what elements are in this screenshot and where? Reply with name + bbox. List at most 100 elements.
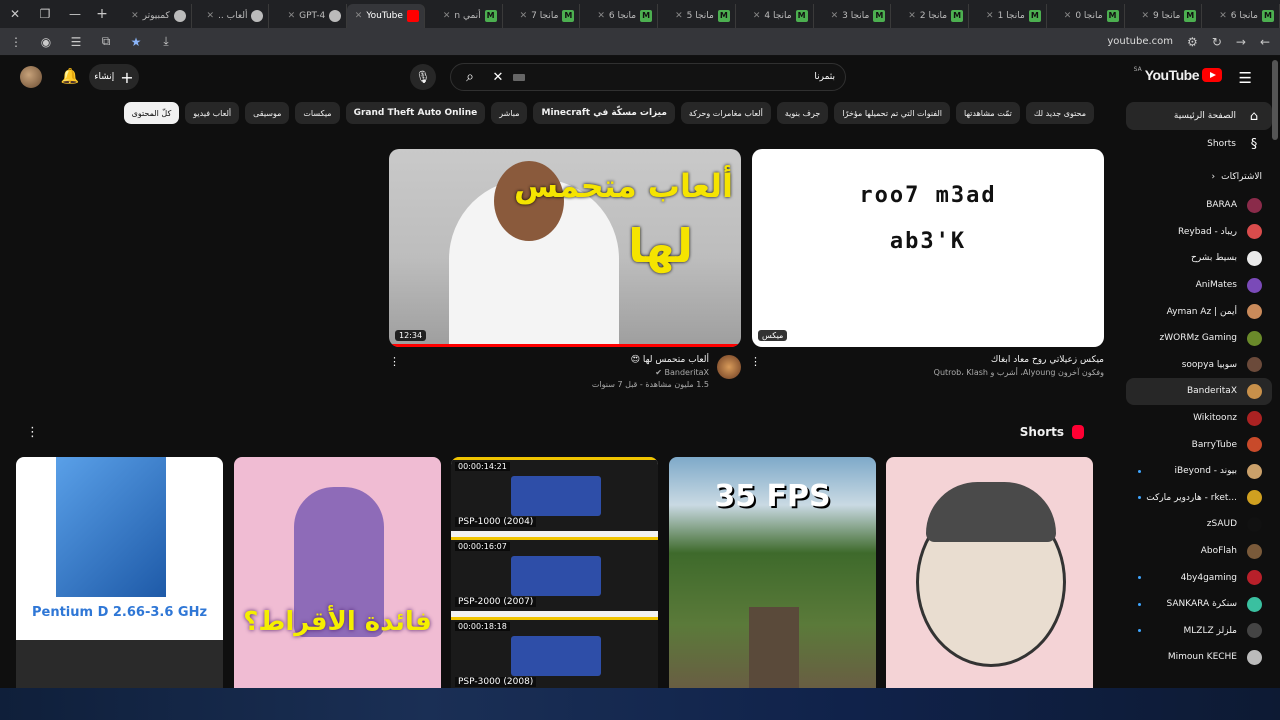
- sidebar-channel-item[interactable]: AboFlah: [1126, 538, 1272, 565]
- user-avatar[interactable]: [20, 66, 42, 88]
- video-card[interactable]: ألعاب متحمس لها 12:34 ألعاب متحمس لها 😍 …: [389, 149, 741, 389]
- category-chip[interactable]: ألعاب فيديو: [185, 102, 240, 124]
- maximize-window-icon[interactable]: ❐: [30, 0, 60, 28]
- category-chip[interactable]: الفنوات التي تم تحميلها مؤخرًا: [834, 102, 951, 124]
- menu-dots-icon[interactable]: ⋮: [8, 35, 24, 49]
- category-chip[interactable]: كلّ المحتوى: [123, 102, 180, 124]
- close-tab-icon[interactable]: ✕: [1142, 11, 1150, 21]
- browser-tab[interactable]: M مانجا 3 ✕: [814, 4, 892, 28]
- short-item[interactable]: 35 FPS: [669, 457, 876, 697]
- short-item[interactable]: 00:00:14:21 PSP-1000 (2004) 00:00:16:07 PSP…: [451, 457, 658, 697]
- video-title[interactable]: ألعاب متحمس لها 😍: [389, 355, 709, 365]
- profile-icon[interactable]: ◉: [38, 35, 54, 49]
- close-tab-icon[interactable]: ✕: [355, 11, 363, 21]
- sidebar-channel-item[interactable]: zWORMz Gaming: [1126, 325, 1272, 352]
- create-button[interactable]: إنشاء +: [89, 64, 139, 90]
- channel-name[interactable]: BanderitaX ✔: [389, 368, 709, 377]
- close-tab-icon[interactable]: ✕: [675, 11, 683, 21]
- sidebar-channel-item[interactable]: SANKARA سنكرة: [1126, 591, 1272, 618]
- video-thumbnail[interactable]: ألعاب متحمس لها 12:34: [389, 149, 741, 347]
- sidebar-channel-item[interactable]: 4by4gaming: [1126, 564, 1272, 591]
- close-tab-icon[interactable]: ✕: [520, 11, 528, 21]
- install-app-icon[interactable]: ⤓: [158, 34, 174, 49]
- short-item[interactable]: Pentium D 2.66-3.6 GHz: [16, 457, 223, 697]
- sidebar-channel-item[interactable]: zSAUD: [1126, 511, 1272, 538]
- sidebar-channel-item[interactable]: Wikitoonz: [1126, 405, 1272, 432]
- url-field[interactable]: youtube.com: [174, 36, 1187, 47]
- browser-tab[interactable]: YouTube ✕: [347, 4, 425, 28]
- category-chip[interactable]: تمّت مشاهدتها: [956, 102, 1020, 124]
- page-scrollbar[interactable]: [1272, 60, 1278, 140]
- sidebar-channel-item[interactable]: Reybad - ريباد: [1126, 219, 1272, 246]
- extensions-icon[interactable]: ⧉: [98, 34, 114, 49]
- close-tab-icon[interactable]: ✕: [986, 11, 994, 21]
- category-chip[interactable]: ميكسات: [295, 102, 340, 124]
- browser-tab[interactable]: كمبيوتر ✕: [114, 4, 192, 28]
- sidebar-channel-item[interactable]: BARAA: [1126, 192, 1272, 219]
- browser-tab[interactable]: M مانجا 4 ✕: [736, 4, 814, 28]
- close-tab-icon[interactable]: ✕: [1064, 11, 1072, 21]
- close-tab-icon[interactable]: ✕: [831, 11, 839, 21]
- close-tab-icon[interactable]: ✕: [597, 11, 605, 21]
- short-item[interactable]: [886, 457, 1093, 697]
- channel-avatar[interactable]: [717, 355, 741, 379]
- close-tab-icon[interactable]: ✕: [131, 11, 139, 21]
- browser-tab[interactable]: M مانجا 7 ✕: [503, 4, 581, 28]
- reading-list-icon[interactable]: ☰: [68, 35, 84, 49]
- hamburger-menu-icon[interactable]: ☰: [1239, 69, 1252, 87]
- video-card[interactable]: roo7 m3ad ab3'K ميكس ميكس زعيلاتي روح مع…: [750, 149, 1104, 377]
- browser-tab[interactable]: M مانجا 9 ✕: [1125, 4, 1203, 28]
- close-tab-icon[interactable]: ✕: [1219, 11, 1227, 21]
- video-thumbnail[interactable]: roo7 m3ad ab3'K ميكس: [752, 149, 1104, 347]
- category-chip[interactable]: ميزات مسكّة في Minecraft: [533, 102, 675, 124]
- sidebar-channel-item[interactable]: soopya سوبيا: [1126, 352, 1272, 379]
- close-tab-icon[interactable]: ✕: [753, 11, 761, 21]
- browser-tab[interactable]: M مانجا 6 ✕: [580, 4, 659, 28]
- close-tab-icon[interactable]: ✕: [908, 11, 916, 21]
- keyboard-icon[interactable]: [513, 73, 525, 81]
- browser-tab[interactable]: M مانجا 2 ✕: [891, 4, 970, 28]
- sidebar-channel-item[interactable]: BanderitaX: [1126, 378, 1272, 405]
- sidebar-channel-item[interactable]: Ayman Az | أيمن: [1126, 298, 1272, 325]
- browser-tab[interactable]: ألعاب .. ✕: [192, 4, 270, 28]
- close-tab-icon[interactable]: ✕: [443, 11, 451, 21]
- notifications-bell-icon[interactable]: 🔔: [60, 67, 80, 87]
- youtube-logo[interactable]: SA YouTube: [1134, 66, 1222, 83]
- browser-tab[interactable]: M أنمي n ✕: [425, 4, 503, 28]
- browser-tab[interactable]: GPT-4 ✕: [269, 4, 348, 28]
- category-chip[interactable]: موسيقى: [245, 102, 290, 124]
- voice-search-icon[interactable]: 🎙: [410, 64, 436, 90]
- bookmark-star-icon[interactable]: ★: [128, 35, 144, 49]
- close-tab-icon[interactable]: ✕: [288, 11, 296, 21]
- back-icon[interactable]: ←: [1260, 35, 1270, 49]
- category-chip[interactable]: Grand Theft Auto Online: [345, 102, 486, 124]
- sidebar-item-shorts[interactable]: Shorts §: [1126, 130, 1272, 158]
- browser-tab[interactable]: M مانجا 1 ✕: [969, 4, 1047, 28]
- more-options-icon[interactable]: ⋮: [750, 355, 761, 368]
- sidebar-channel-item[interactable]: بسيط بشرح: [1126, 245, 1272, 272]
- category-chip[interactable]: مباشر: [491, 102, 528, 124]
- new-tab-button[interactable]: +: [90, 6, 114, 22]
- sidebar-channel-item[interactable]: هاردوير ماركت - rket...: [1126, 485, 1272, 512]
- close-tab-icon[interactable]: ✕: [207, 11, 215, 21]
- subscriptions-header[interactable]: › الاشتراكات: [1126, 162, 1272, 192]
- short-item[interactable]: فائدة الأقراط؟: [234, 457, 441, 697]
- category-chip[interactable]: محتوى جديد لك: [1025, 102, 1094, 124]
- browser-tab[interactable]: M مانجا 0 ✕: [1047, 4, 1125, 28]
- clear-search-icon[interactable]: ✕: [489, 70, 507, 85]
- category-chip[interactable]: جرف بنوية: [776, 102, 829, 124]
- shorts-more-options-icon[interactable]: ⋮: [26, 425, 39, 440]
- sidebar-channel-item[interactable]: AniMates: [1126, 272, 1272, 299]
- forward-icon[interactable]: →: [1236, 35, 1246, 49]
- reload-icon[interactable]: ↻: [1212, 35, 1222, 49]
- more-options-icon[interactable]: ⋮: [389, 355, 400, 368]
- site-settings-icon[interactable]: ⚙: [1187, 35, 1198, 49]
- close-window-icon[interactable]: ✕: [0, 0, 30, 28]
- browser-tab[interactable]: M مانجا 5 ✕: [658, 4, 736, 28]
- search-icon[interactable]: ⌕: [451, 69, 489, 85]
- sidebar-channel-item[interactable]: iBeyond - بيوند: [1126, 458, 1272, 485]
- category-chip[interactable]: ألعاب مغامرات وحركة: [680, 102, 771, 124]
- sidebar-channel-item[interactable]: BarryTube: [1126, 431, 1272, 458]
- video-title[interactable]: ميكس زعيلاتي روح معاد ابغاك: [752, 355, 1104, 365]
- sidebar-channel-item[interactable]: Mimoun KECHE: [1126, 644, 1272, 671]
